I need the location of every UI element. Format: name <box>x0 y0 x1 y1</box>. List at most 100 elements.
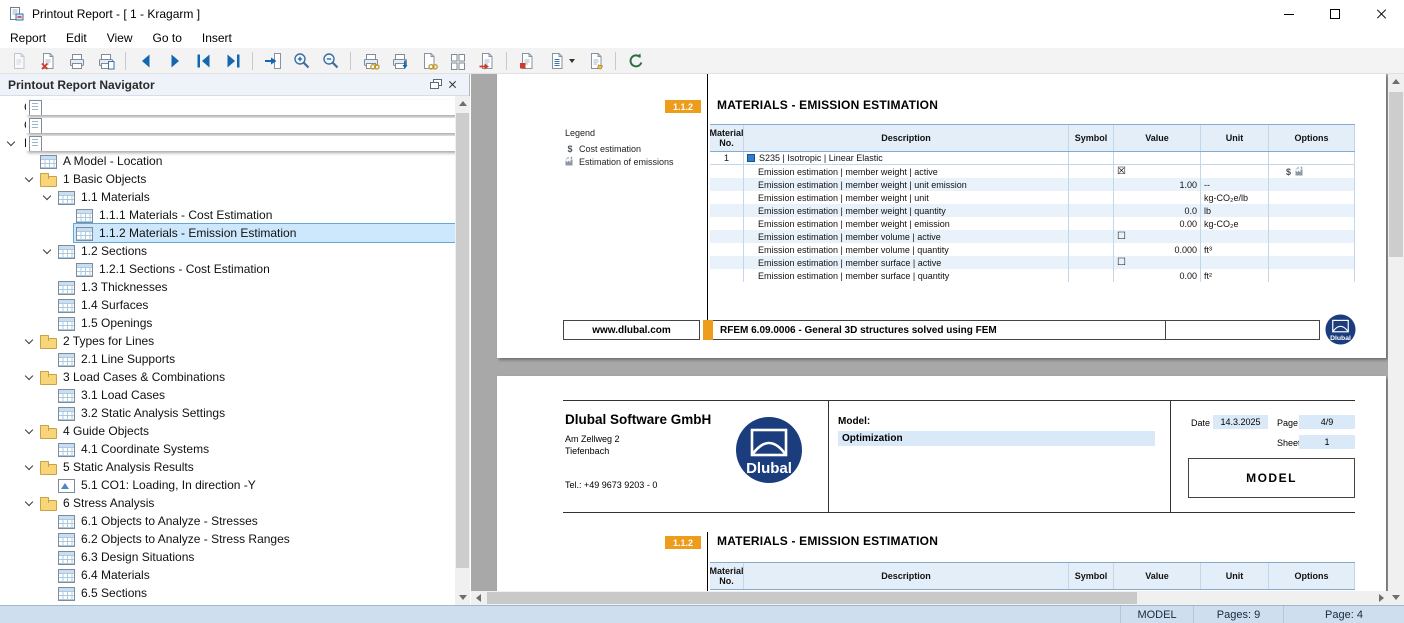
previous-chapter-button[interactable] <box>132 49 159 73</box>
tree-item-content[interactable]: 2.1 Line Supports <box>56 350 455 368</box>
tree-item[interactable]: 6.1 Objects to Analyze - Stresses <box>0 512 455 530</box>
menu-edit[interactable]: Edit <box>56 29 97 47</box>
tree-item[interactable]: 1.4 Surfaces <box>0 296 455 314</box>
tree-item[interactable]: 1.2.1 Sections - Cost Estimation <box>0 260 455 278</box>
tree-item[interactable]: 1.1.1 Materials - Cost Estimation <box>0 206 455 224</box>
tree-item[interactable]: A Model - Location <box>0 152 455 170</box>
tree-item[interactable]: 6 Stress Analysis <box>0 494 455 512</box>
tree-item-content[interactable]: 1.4 Surfaces <box>56 296 455 314</box>
close-panel-button[interactable] <box>443 77 461 93</box>
attach-pages-button[interactable] <box>415 49 442 73</box>
tree-item-content[interactable]: 6.1 Objects to Analyze - Stresses <box>56 512 455 530</box>
tree-item-content[interactable]: 1.1.2 Materials - Emission Estimation <box>74 224 455 242</box>
expander-icon[interactable] <box>4 135 20 151</box>
tree-item-content[interactable]: RFEM <box>20 134 455 152</box>
tree-item-content[interactable]: 1.2.1 Sections - Cost Estimation <box>74 260 455 278</box>
tree-item[interactable]: 1.2 Sections <box>0 242 455 260</box>
tree-item-content[interactable]: 5.1 CO1: Loading, In direction -Y <box>56 476 455 494</box>
navigator-scrollbar-thumb[interactable] <box>456 113 469 568</box>
tree-item[interactable]: 5.1 CO1: Loading, In direction -Y <box>0 476 455 494</box>
tree-item-content[interactable]: 4.1 Coordinate Systems <box>56 440 455 458</box>
tree-item[interactable]: 3.2 Static Analysis Settings <box>0 404 455 422</box>
expander-icon[interactable] <box>40 189 56 205</box>
horizontal-scrollbar-thumb[interactable] <box>487 592 1137 604</box>
menu-go-to[interactable]: Go to <box>143 29 192 47</box>
close-button[interactable] <box>1358 0 1404 28</box>
tree-item[interactable]: 2 Types for Lines <box>0 332 455 350</box>
report-template-button[interactable] <box>542 49 580 73</box>
tree-item[interactable]: 1 Basic Objects <box>0 170 455 188</box>
tree-item-content[interactable]: 1.2 Sections <box>56 242 455 260</box>
preview-scrollbar[interactable] <box>1388 74 1404 605</box>
delete-report-button[interactable] <box>34 49 61 73</box>
print-to-file-button[interactable] <box>386 49 413 73</box>
tree-item-content[interactable]: 2 Types for Lines <box>38 332 455 350</box>
export-pages-button[interactable] <box>473 49 500 73</box>
tree-item-content[interactable]: 1.5 Openings <box>56 314 455 332</box>
scroll-left-icon[interactable] <box>471 591 485 605</box>
scroll-down-icon[interactable] <box>1388 590 1403 605</box>
tree-item[interactable]: 1.3 Thicknesses <box>0 278 455 296</box>
expander-icon[interactable] <box>22 423 38 439</box>
tree-item[interactable]: 4 Guide Objects <box>0 422 455 440</box>
scroll-down-icon[interactable] <box>455 590 470 605</box>
preview-horizontal-scrollbar[interactable] <box>471 591 1388 605</box>
float-panel-icon[interactable] <box>429 79 443 91</box>
go-to-chapter-button[interactable] <box>259 49 286 73</box>
scroll-up-icon[interactable] <box>455 96 470 111</box>
last-chapter-button[interactable] <box>219 49 246 73</box>
tree-item-content[interactable]: 3 Load Cases & Combinations <box>38 368 455 386</box>
tree-item[interactable]: 5 Static Analysis Results <box>0 458 455 476</box>
tree-item[interactable]: 1.1 Materials <box>0 188 455 206</box>
tree-item-content[interactable]: 3.1 Load Cases <box>56 386 455 404</box>
tree-item-content[interactable]: 4 Guide Objects <box>38 422 455 440</box>
tree-item-content[interactable]: 1 Basic Objects <box>38 170 455 188</box>
quick-print-button[interactable] <box>92 49 119 73</box>
expander-icon[interactable] <box>22 369 38 385</box>
print-button[interactable] <box>63 49 90 73</box>
tree-item[interactable]: 3 Load Cases & Combinations <box>0 368 455 386</box>
tree-item-content[interactable]: 6 Stress Analysis <box>38 494 455 512</box>
edit-note-button[interactable] <box>582 49 609 73</box>
maximize-button[interactable] <box>1312 0 1358 28</box>
tree-item-content[interactable]: 1.3 Thicknesses <box>56 278 455 296</box>
navigator-scrollbar[interactable] <box>455 96 470 605</box>
scroll-up-icon[interactable] <box>1388 74 1403 89</box>
zoom-in-button[interactable] <box>288 49 315 73</box>
tree-item[interactable]: 6.4 Materials <box>0 566 455 584</box>
refresh-report-button[interactable] <box>622 49 649 73</box>
scroll-right-icon[interactable] <box>1374 591 1388 605</box>
tree-item[interactable]: RFEM <box>0 134 455 152</box>
preview-scrollbar-thumb[interactable] <box>1389 92 1403 257</box>
export-report-button[interactable] <box>513 49 540 73</box>
tree-item[interactable]: 4.1 Coordinate Systems <box>0 440 455 458</box>
tree-item[interactable]: 6.5 Sections <box>0 584 455 602</box>
tree-item-content[interactable]: 6.2 Objects to Analyze - Stress Ranges <box>56 530 455 548</box>
tree-item[interactable]: Contents <box>0 116 455 134</box>
tree-item[interactable]: Cover <box>0 98 455 116</box>
tree-item[interactable]: 3.1 Load Cases <box>0 386 455 404</box>
tree-item-content[interactable]: Contents <box>20 116 455 134</box>
tree-item[interactable]: 6.2 Objects to Analyze - Stress Ranges <box>0 530 455 548</box>
tree-item-content[interactable]: 6.5 Sections <box>56 584 455 602</box>
expander-icon[interactable] <box>22 459 38 475</box>
menu-insert[interactable]: Insert <box>192 29 242 47</box>
tree-item[interactable]: 6.3 Design Situations <box>0 548 455 566</box>
page-overview-button[interactable] <box>444 49 471 73</box>
tree-item-content[interactable]: A Model - Location <box>38 152 455 170</box>
tree-item[interactable]: 2.1 Line Supports <box>0 350 455 368</box>
next-chapter-button[interactable] <box>161 49 188 73</box>
tree-item[interactable]: 1.5 Openings <box>0 314 455 332</box>
zoom-out-button[interactable] <box>317 49 344 73</box>
tree-item-content[interactable]: Cover <box>20 98 455 116</box>
expander-icon[interactable] <box>40 243 56 259</box>
expander-icon[interactable] <box>22 171 38 187</box>
tree-item-content[interactable]: 3.2 Static Analysis Settings <box>56 404 455 422</box>
menu-view[interactable]: View <box>97 29 143 47</box>
tree-item-content[interactable]: 6.3 Design Situations <box>56 548 455 566</box>
tree-item-content[interactable]: 1.1.1 Materials - Cost Estimation <box>74 206 455 224</box>
print-report-button[interactable] <box>357 49 384 73</box>
tree-item-content[interactable]: 6.4 Materials <box>56 566 455 584</box>
expander-icon[interactable] <box>22 495 38 511</box>
expander-icon[interactable] <box>22 333 38 349</box>
